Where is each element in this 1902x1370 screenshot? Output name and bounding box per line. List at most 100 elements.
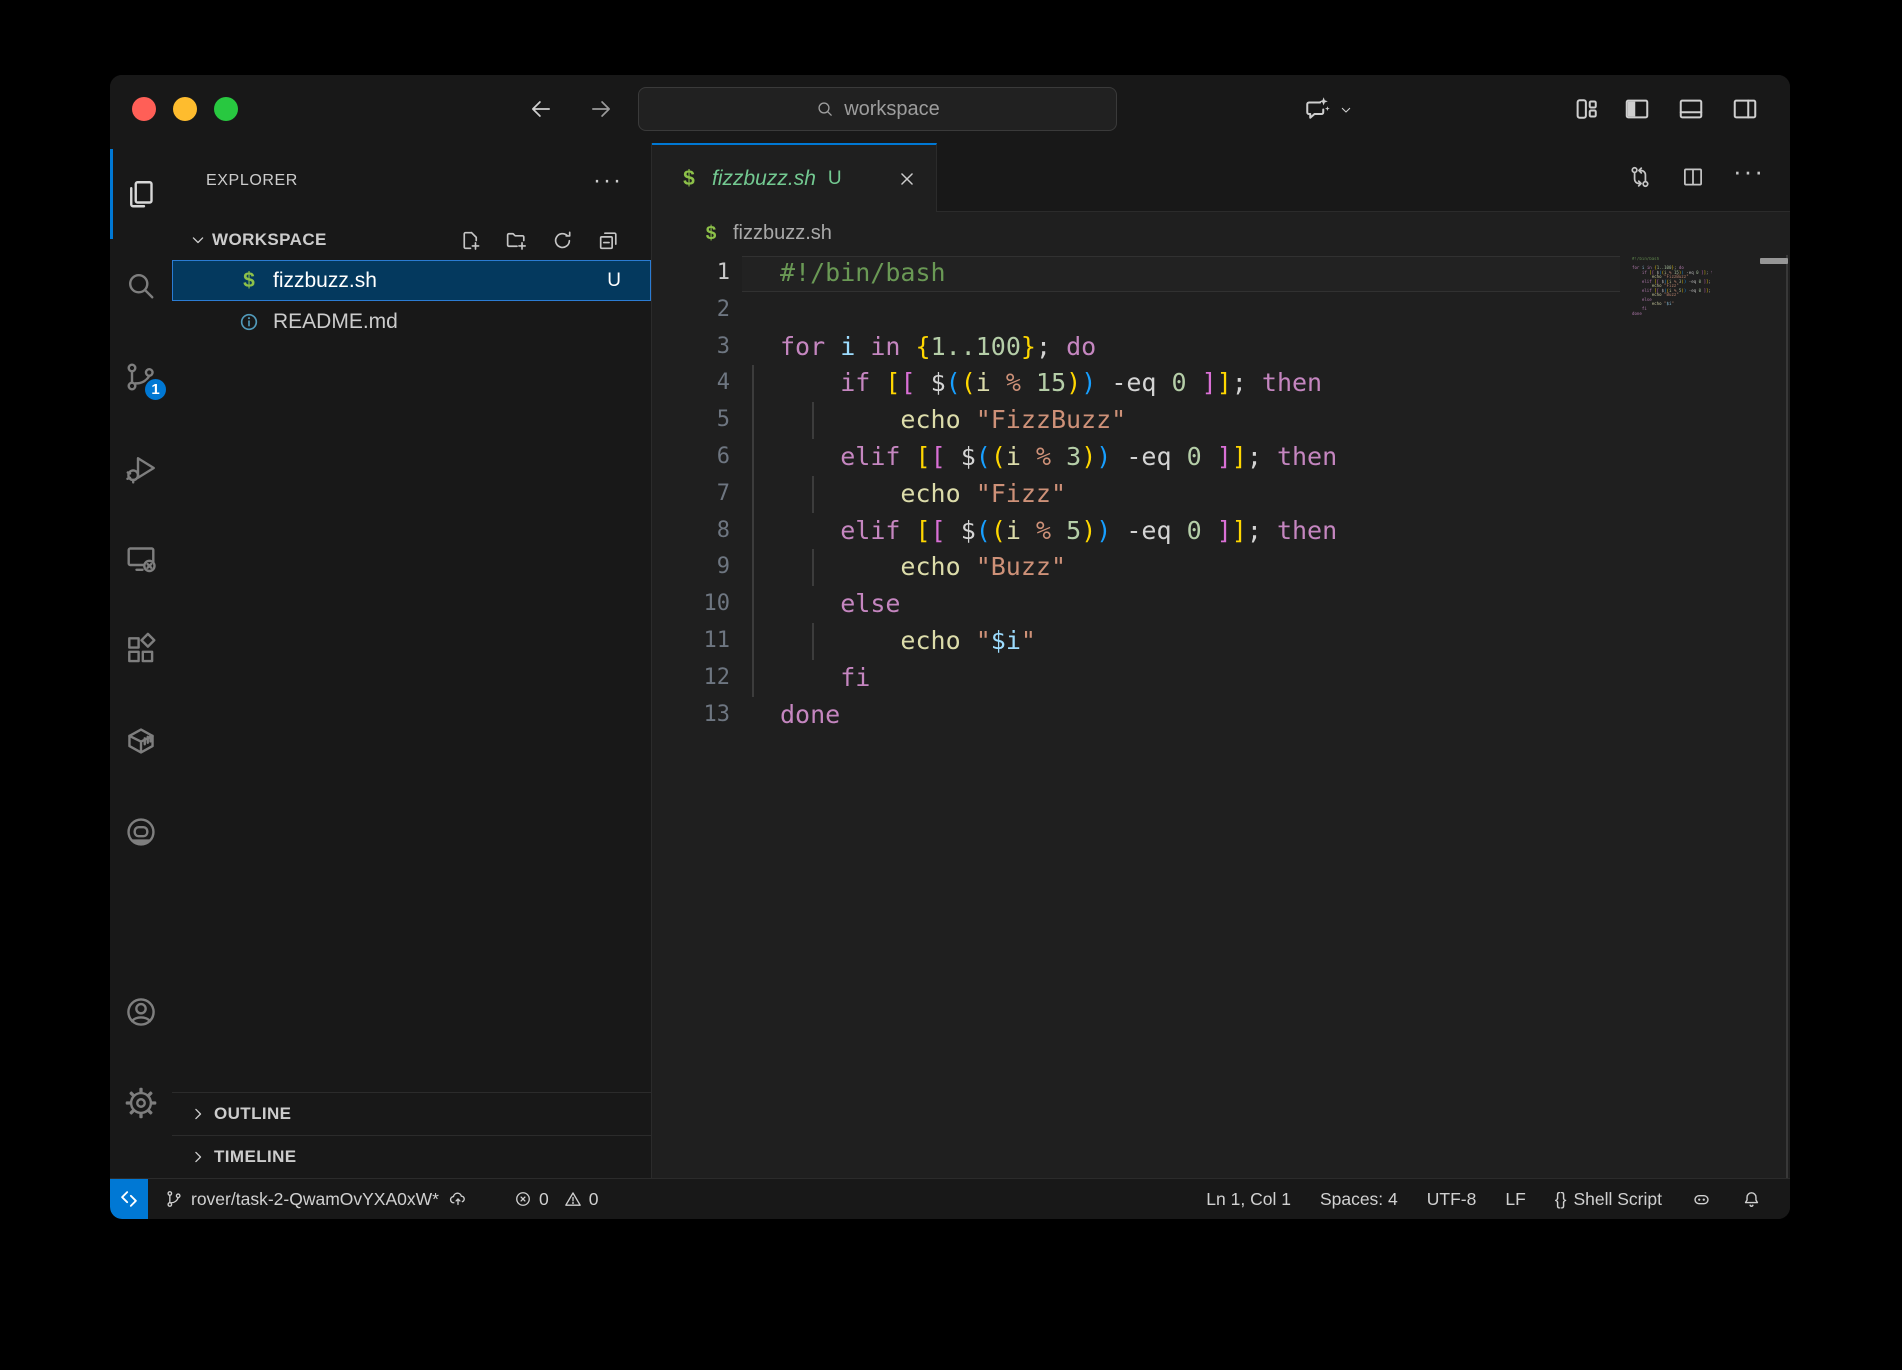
new-file-icon[interactable] (458, 228, 483, 253)
cursor-position[interactable]: Ln 1, Col 1 (1206, 1189, 1291, 1210)
eol-status[interactable]: LF (1505, 1189, 1525, 1210)
indent-guide (752, 549, 754, 586)
notifications-bell-icon[interactable] (1741, 1189, 1762, 1210)
indent-guide (812, 623, 814, 660)
file-row-fizzbuzz.sh[interactable]: $fizzbuzz.shU (172, 260, 651, 301)
code-line-6[interactable]: 6 elif [[ $((i % 3)) -eq 0 ]]; then (652, 439, 1790, 476)
minimap[interactable]: #!/bin/bash for i in {1..100}; do if [[ … (1632, 257, 1712, 316)
code-line-8[interactable]: 8 elif [[ $((i % 5)) -eq 0 ]]; then (652, 513, 1790, 550)
line-number: 4 (652, 365, 752, 402)
code-line-11[interactable]: 11 echo "$i" (652, 623, 1790, 660)
indent-guide (752, 365, 754, 402)
new-folder-icon[interactable] (504, 228, 529, 253)
tab-label: fizzbuzz.sh (712, 167, 816, 191)
copilot-chat-icon[interactable] (1302, 94, 1332, 124)
line-number: 5 (652, 402, 752, 439)
go-back-button[interactable] (524, 92, 558, 126)
code-line-7[interactable]: 7 echo "Fizz" (652, 476, 1790, 513)
minimize-window-button[interactable] (173, 97, 197, 121)
overview-ruler-cursor-marker (1760, 258, 1788, 264)
overview-ruler[interactable] (1786, 255, 1788, 1178)
section-outline[interactable]: OUTLINE (172, 1092, 651, 1135)
line-number: 11 (652, 623, 752, 660)
git-branch-status[interactable]: rover/task-2-QwamOvYXA0xW* (164, 1189, 439, 1210)
language-mode[interactable]: {} Shell Script (1555, 1189, 1662, 1210)
activity-item-source-control[interactable]: 1 (123, 359, 159, 395)
indent-guide (752, 402, 754, 439)
extensions-icon (123, 655, 159, 672)
open-changes-icon[interactable] (1627, 164, 1653, 190)
activity-item-search[interactable] (123, 268, 159, 304)
branch-name: rover/task-2-QwamOvYXA0xW* (191, 1189, 439, 1210)
code-text: done (752, 697, 840, 734)
indent-guide (812, 549, 814, 586)
code-line-2[interactable]: 2 (652, 292, 1790, 329)
tab-close-icon[interactable] (896, 168, 918, 190)
command-center-search[interactable]: workspace (638, 87, 1117, 131)
editor-more-actions-icon[interactable]: ··· (1733, 164, 1759, 190)
file-name: fizzbuzz.sh (273, 269, 377, 293)
code-line-1[interactable]: 1#!/bin/bash (652, 255, 1790, 292)
breadcrumb[interactable]: $ fizzbuzz.sh (652, 212, 1790, 255)
code-line-9[interactable]: 9 echo "Buzz" (652, 549, 1790, 586)
code-line-3[interactable]: 3for i in {1..100}; do (652, 329, 1790, 366)
go-forward-button[interactable] (584, 92, 618, 126)
toggle-primary-sidebar-icon[interactable] (1622, 94, 1652, 124)
file-row-README.md[interactable]: README.md (172, 301, 651, 342)
activity-item-extensions[interactable] (123, 632, 159, 668)
close-window-button[interactable] (132, 97, 156, 121)
line-number: 3 (652, 329, 752, 366)
code-line-13[interactable]: 13done (652, 697, 1790, 734)
split-editor-icon[interactable] (1680, 164, 1706, 190)
code-line-5[interactable]: 5 echo "FizzBuzz" (652, 402, 1790, 439)
sync-changes-icon[interactable] (448, 1189, 468, 1209)
braces-icon: {} (1555, 1189, 1567, 1210)
indent-guide (752, 439, 754, 476)
toggle-secondary-sidebar-icon[interactable] (1730, 94, 1760, 124)
tab-bar: $ fizzbuzz.sh U ··· (652, 143, 1790, 212)
code-editor[interactable]: 1#!/bin/bash23for i in {1..100}; do4 if … (652, 255, 1790, 1178)
code-text (752, 292, 780, 329)
activity-item-containers[interactable] (123, 723, 159, 759)
activity-item-explorer[interactable] (123, 177, 159, 213)
copilot-status-icon[interactable] (1691, 1189, 1712, 1210)
remote-indicator[interactable] (110, 1179, 148, 1219)
readme-info-icon (238, 311, 260, 333)
account-icon (123, 1017, 159, 1034)
workspace-section-header[interactable]: WORKSPACE (172, 225, 651, 255)
tab-fizzbuzz[interactable]: $ fizzbuzz.sh U (652, 143, 937, 212)
code-line-4[interactable]: 4 if [[ $((i % 15)) -eq 0 ]]; then (652, 365, 1790, 402)
code-line-10[interactable]: 10 else (652, 586, 1790, 623)
search-icon (815, 99, 835, 119)
indentation-status[interactable]: Spaces: 4 (1320, 1189, 1398, 1210)
problems-status[interactable]: 0 0 (513, 1189, 598, 1210)
explorer-more-actions-icon[interactable]: ··· (593, 176, 623, 186)
activity-item-accounts[interactable] (123, 994, 159, 1030)
collapse-all-icon[interactable] (596, 228, 621, 253)
command-center-label: workspace (844, 98, 940, 121)
title-bar: workspace (110, 75, 1790, 143)
customize-layout-icon[interactable] (1572, 94, 1602, 124)
indent-guide (752, 586, 754, 623)
line-number: 9 (652, 549, 752, 586)
sidebar-title: EXPLORER (206, 172, 298, 190)
zoom-window-button[interactable] (214, 97, 238, 121)
code-text: else (752, 586, 900, 623)
status-bar: rover/task-2-QwamOvYXA0xW* 0 0 Ln 1, Col… (110, 1178, 1790, 1219)
code-line-12[interactable]: 12 fi (652, 660, 1790, 697)
traffic-lights (132, 97, 238, 121)
activity-item-remote-explorer[interactable] (123, 541, 159, 577)
indent-guide (752, 476, 754, 513)
copilot-chevron-down-icon[interactable] (1338, 102, 1354, 118)
shell-file-icon: $ (678, 167, 700, 191)
activity-item-run-debug[interactable] (123, 450, 159, 486)
activity-item-rover[interactable] (123, 814, 159, 850)
chevron-down-icon (188, 230, 208, 250)
refresh-icon[interactable] (550, 228, 575, 253)
code-text: echo "Buzz" (752, 549, 1066, 586)
toggle-panel-icon[interactable] (1676, 94, 1706, 124)
section-timeline[interactable]: TIMELINE (172, 1135, 651, 1178)
activity-item-settings[interactable] (123, 1085, 159, 1121)
line-number: 2 (652, 292, 752, 329)
encoding-status[interactable]: UTF-8 (1427, 1189, 1477, 1210)
